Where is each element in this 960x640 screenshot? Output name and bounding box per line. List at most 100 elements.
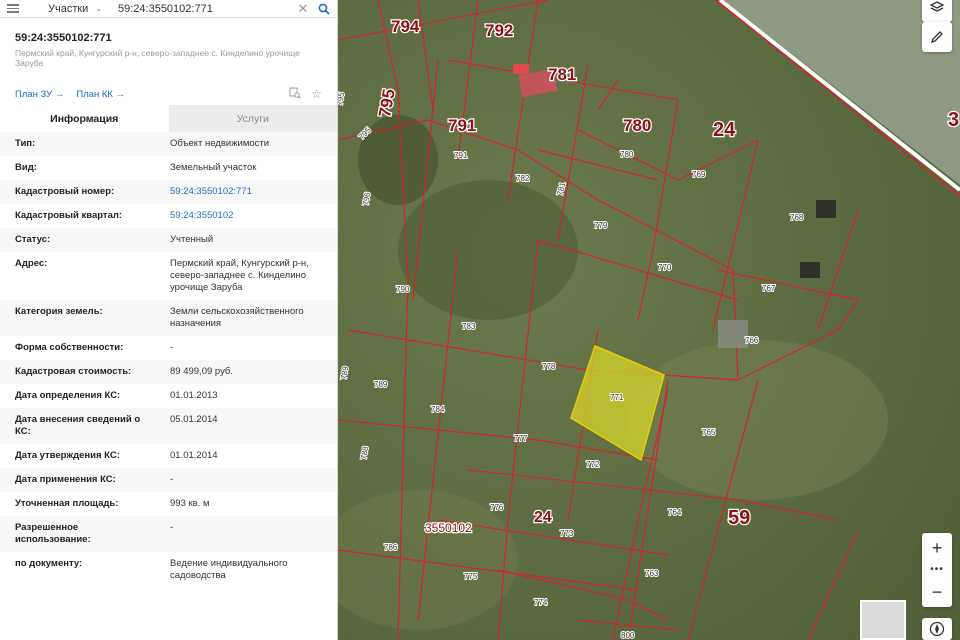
property-row: Дата определения КС: 01.01.2013	[0, 384, 337, 408]
label-small: 784	[431, 405, 445, 414]
star-icon[interactable]: ☆	[311, 87, 322, 102]
property-key: Дата применения КС:	[15, 474, 116, 485]
label-small: 786	[384, 543, 398, 552]
property-row: Кадастровая стоимость: 89 499,09 руб.	[0, 360, 337, 384]
building	[718, 320, 748, 348]
close-icon[interactable]: ✕	[295, 0, 311, 18]
property-value: Объект недвижимости	[170, 138, 270, 149]
more-button[interactable]: •••	[922, 563, 952, 577]
property-row: Тип: Объект недвижимости	[0, 132, 337, 156]
terrain-patch	[358, 115, 438, 205]
panel-actions: ☆	[289, 87, 322, 102]
property-value[interactable]: 59:24:3550102:771	[155, 180, 337, 204]
plan-zu-link[interactable]: План ЗУ →	[15, 89, 64, 100]
compass-icon	[929, 621, 945, 637]
layers-button[interactable]	[922, 0, 952, 22]
label-small: 769	[692, 170, 706, 179]
label-small: 771	[610, 393, 624, 402]
info-panel: Участки ⌄ ✕ 59:24:3550102:771 Пермский к…	[0, 0, 338, 640]
label-small: 763	[645, 569, 659, 578]
property-key: Адрес:	[15, 258, 48, 269]
zoom-out-button[interactable]: −	[922, 577, 952, 607]
property-value: 993 кв. м	[170, 498, 210, 509]
tab-info[interactable]: Информация	[0, 105, 169, 132]
label-small: 775	[464, 572, 478, 581]
property-value: -	[170, 474, 174, 485]
property-row: Уточненная площадь: 993 кв. м	[0, 492, 337, 516]
menu-icon[interactable]	[0, 0, 26, 18]
label-small: 765	[702, 428, 716, 437]
label-small: 767	[762, 284, 776, 293]
zoom-controls: + ••• −	[922, 533, 952, 607]
cadastral-map: 794 792 781 795 791 780 24 3 59 24 35501…	[338, 0, 960, 640]
property-value: Пермский край, Кунгурский р-н, северо-за…	[170, 258, 309, 293]
tab-services[interactable]: Услуги	[168, 105, 337, 132]
label-24-bottom: 24	[534, 509, 552, 526]
object-header: 59:24:3550102:771 Пермский край, Кунгурс…	[0, 18, 337, 68]
property-row: Статус: Учтенный	[0, 228, 337, 252]
plan-links: План ЗУ → План КК → ☆	[0, 68, 337, 104]
building	[816, 200, 836, 218]
object-title: 59:24:3550102:771	[15, 32, 112, 44]
property-key: Дата определения КС:	[15, 390, 121, 401]
property-row: Кадастровый номер: 59:24:3550102:771	[0, 180, 337, 204]
property-key: Кадастровый квартал:	[15, 210, 123, 221]
label-small: 791	[454, 151, 468, 160]
property-value: Земельный участок	[170, 162, 257, 173]
properties-list: Тип: Объект недвижимости Вид: Земельный уча…	[0, 132, 337, 588]
draw-button[interactable]	[922, 22, 952, 52]
property-value: Ведение индивидуального садоводства	[170, 558, 288, 581]
property-value: 05.01.2014	[170, 414, 218, 425]
layer-select[interactable]: Участки ⌄	[26, 3, 106, 15]
basemap-switcher[interactable]	[860, 600, 906, 640]
label-small: 768	[790, 213, 804, 222]
property-key: Кадастровая стоимость:	[15, 366, 132, 377]
property-key: Форма собственности:	[15, 342, 124, 353]
property-row: по документу: Ведение индивидуального сад…	[0, 552, 337, 588]
label-small: 770	[658, 263, 672, 272]
label-small: 777	[514, 434, 528, 443]
label-3: 3	[948, 109, 959, 131]
label-small: 800	[621, 631, 635, 640]
locate-button[interactable]	[922, 618, 952, 640]
property-value: 01.01.2013	[170, 390, 218, 401]
label-792: 792	[485, 21, 513, 40]
building	[513, 64, 529, 74]
label-small: 790	[396, 285, 410, 294]
plan-kk-link[interactable]: План КК →	[76, 89, 125, 100]
quarter-label: 3550102	[425, 521, 472, 535]
property-row: Вид: Земельный участок	[0, 156, 337, 180]
label-small: 766	[745, 336, 759, 345]
property-key: Разрешенное использование:	[15, 522, 91, 545]
label-small: 779	[594, 221, 608, 230]
zoom-in-button[interactable]: +	[922, 533, 952, 563]
label-small: 772	[586, 460, 600, 469]
label-781: 781	[548, 65, 576, 84]
label-small: 764	[668, 508, 682, 517]
search-icon[interactable]	[311, 0, 337, 18]
label-small: 782	[516, 174, 530, 183]
property-row: Разрешенное использование: -	[0, 516, 337, 552]
object-address: Пермский край, Кунгурский р-н, северо-за…	[15, 48, 300, 68]
property-value: Учтенный	[170, 234, 214, 245]
search-bar: Участки ⌄ ✕	[0, 0, 337, 18]
label-small: 778	[542, 362, 556, 371]
chevron-down-icon: ⌄	[95, 4, 102, 13]
copy-icon[interactable]	[289, 87, 301, 102]
label-small: 773	[560, 529, 574, 538]
label-780: 780	[623, 116, 651, 135]
property-key: Вид:	[15, 162, 37, 173]
property-value[interactable]: 59:24:3550102	[155, 204, 337, 228]
building	[800, 262, 820, 278]
terrain-patch	[628, 340, 888, 500]
property-row: Дата внесения сведений о КС: 05.01.2014	[0, 408, 337, 444]
property-key: Категория земель:	[15, 306, 103, 317]
map-view[interactable]: 794 792 781 795 791 780 24 3 59 24 35501…	[338, 0, 960, 640]
label-small: 780	[620, 150, 634, 159]
search-input[interactable]	[106, 0, 295, 18]
terrain-patch	[398, 180, 578, 320]
layer-select-label: Участки	[48, 2, 89, 15]
property-key: Тип:	[15, 138, 36, 149]
property-value: Земли сельскохозяйственного назначения	[170, 306, 304, 329]
property-key: Статус:	[15, 234, 51, 245]
